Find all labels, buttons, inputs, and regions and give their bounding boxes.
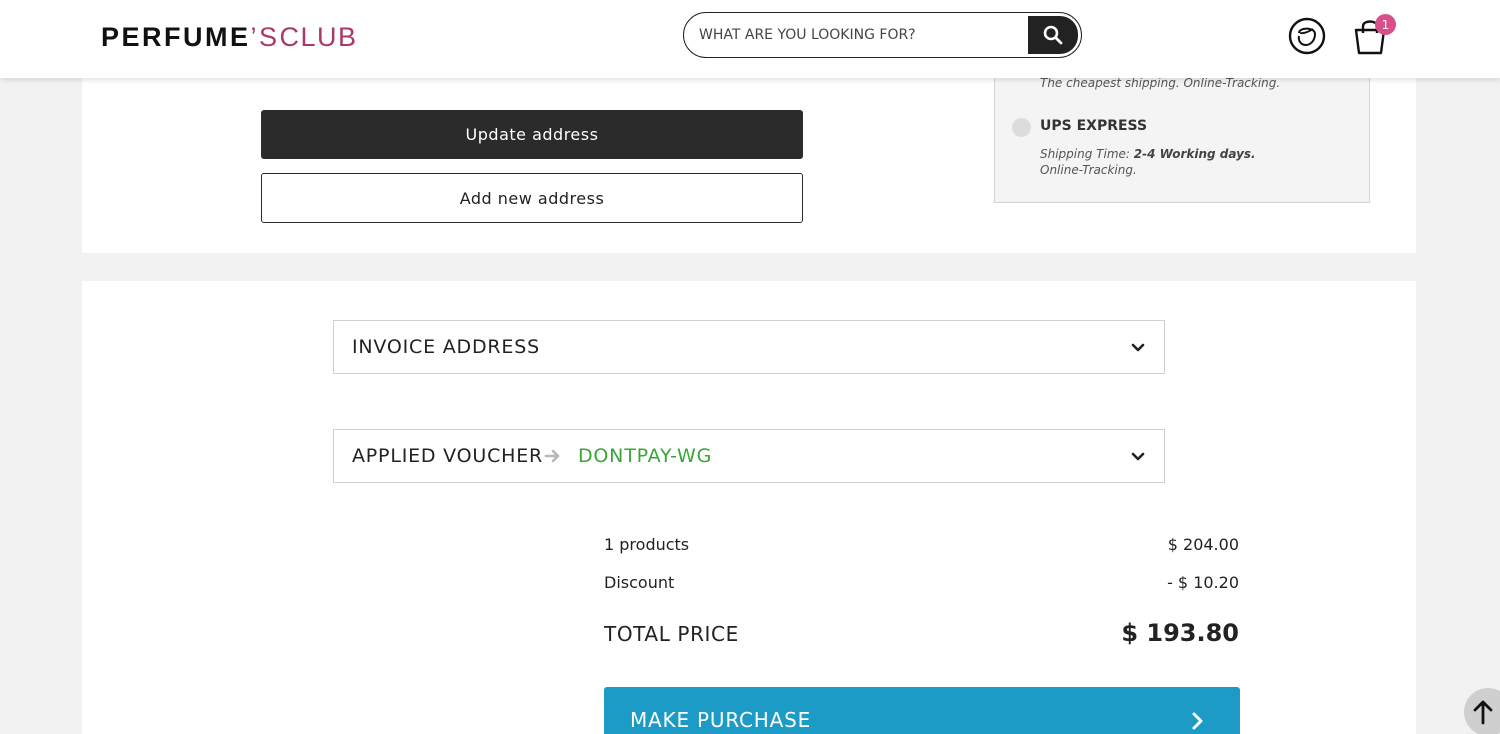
chevron-down-icon: [1131, 343, 1145, 352]
site-header: PERFUME’SCLUB 1: [0, 0, 1500, 78]
applied-voucher-title: APPLIED VOUCHER: [352, 445, 544, 467]
applied-voucher-accordion[interactable]: APPLIED VOUCHER DONTPAY-WG: [333, 429, 1165, 483]
search-button[interactable]: [1028, 16, 1078, 54]
shipping-time-value: 2-4 Working days.: [1133, 147, 1256, 161]
perfumes-club-logo[interactable]: PERFUME’SCLUB: [101, 20, 358, 54]
cart-count-badge: 1: [1375, 14, 1396, 35]
arrow-up-icon: [1473, 700, 1493, 725]
discount-value: - $ 10.20: [1167, 573, 1239, 592]
products-subtotal-value: $ 204.00: [1167, 535, 1239, 554]
shipping-tracking-note: Online-Tracking.: [1040, 163, 1137, 177]
search-icon: [1043, 25, 1063, 45]
add-new-address-button[interactable]: Add new address: [261, 173, 803, 223]
make-purchase-label: MAKE PURCHASE: [630, 708, 812, 732]
total-price-value: $ 193.80: [1121, 619, 1239, 647]
chevron-right-icon: [1192, 712, 1203, 730]
invoice-address-accordion[interactable]: INVOICE ADDRESS: [333, 320, 1165, 374]
account-icon[interactable]: [1288, 17, 1326, 55]
total-price-label: TOTAL PRICE: [604, 622, 739, 646]
logo-text-perfume: PERFUME: [101, 22, 251, 52]
ups-express-radio[interactable]: [1012, 118, 1031, 137]
ups-express-details: Shipping Time: 2-4 Working days. Online-…: [1040, 146, 1256, 178]
chevron-down-icon: [1131, 452, 1145, 461]
arrow-right-icon: [544, 449, 560, 463]
make-purchase-button[interactable]: MAKE PURCHASE: [604, 687, 1240, 734]
discount-label: Discount: [604, 573, 675, 592]
ups-express-label[interactable]: UPS EXPRESS: [1040, 118, 1147, 134]
voucher-code: DONTPAY-WG: [578, 445, 713, 467]
products-count-label: 1 products: [604, 535, 690, 554]
search-bar: [683, 12, 1082, 58]
search-input[interactable]: [699, 22, 1019, 48]
scroll-to-top-button[interactable]: [1464, 688, 1500, 734]
logo-text-club: CLUB: [279, 22, 358, 52]
standard-shipping-note: The cheapest shipping. Online-Tracking.: [1040, 76, 1281, 90]
update-address-button[interactable]: Update address: [261, 110, 803, 159]
logo-text-apostrophe: ’S: [250, 22, 280, 52]
shipping-time-prefix: Shipping Time:: [1040, 147, 1134, 161]
invoice-address-title: INVOICE ADDRESS: [352, 336, 540, 358]
